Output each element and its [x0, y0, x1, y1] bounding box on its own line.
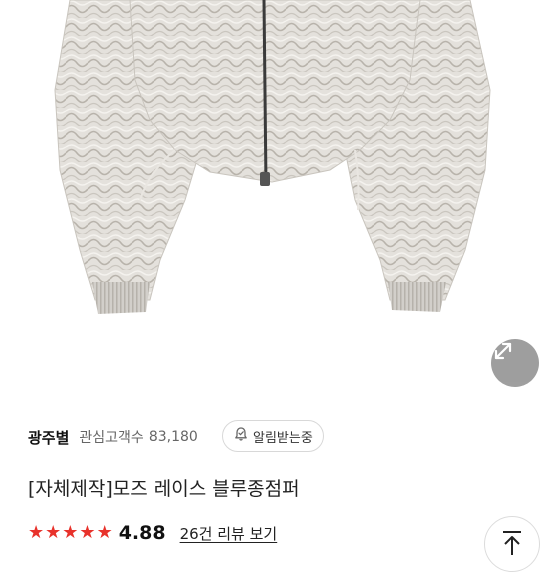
product-image[interactable] — [0, 0, 554, 400]
watcher-count: 83,180 — [148, 429, 198, 445]
star-icon: ★ — [62, 522, 79, 543]
watcher-count-label: 관심고객수 — [79, 430, 144, 446]
rating-row: ★ ★ ★ ★ ★ 4.88 26건 리뷰 보기 — [28, 518, 277, 548]
seller-info: 광주별 관심고객수 83,180 — [28, 420, 198, 454]
arrow-up-to-top-icon — [499, 529, 525, 559]
star-icon: ★ — [96, 522, 113, 543]
product-title: [자체제작]모즈 레이스 블루종점퍼 — [28, 478, 300, 500]
expand-image-button[interactable] — [491, 339, 539, 387]
notification-button-label: 알림받는중 — [253, 430, 313, 446]
star-icon: ★ — [28, 522, 45, 543]
seller-name[interactable]: 광주별 — [28, 427, 69, 448]
star-icon: ★ — [45, 522, 62, 543]
review-link[interactable]: 26건 리뷰 보기 — [180, 523, 278, 544]
star-icon: ★ — [79, 522, 96, 543]
notification-button[interactable]: 알림받는중 — [222, 420, 324, 452]
jacket-illustration — [54, 0, 491, 314]
scroll-top-button[interactable] — [484, 516, 540, 572]
rating-value: 4.88 — [118, 522, 166, 544]
bell-check-icon — [233, 426, 249, 446]
star-rating: ★ ★ ★ ★ ★ — [28, 524, 113, 542]
